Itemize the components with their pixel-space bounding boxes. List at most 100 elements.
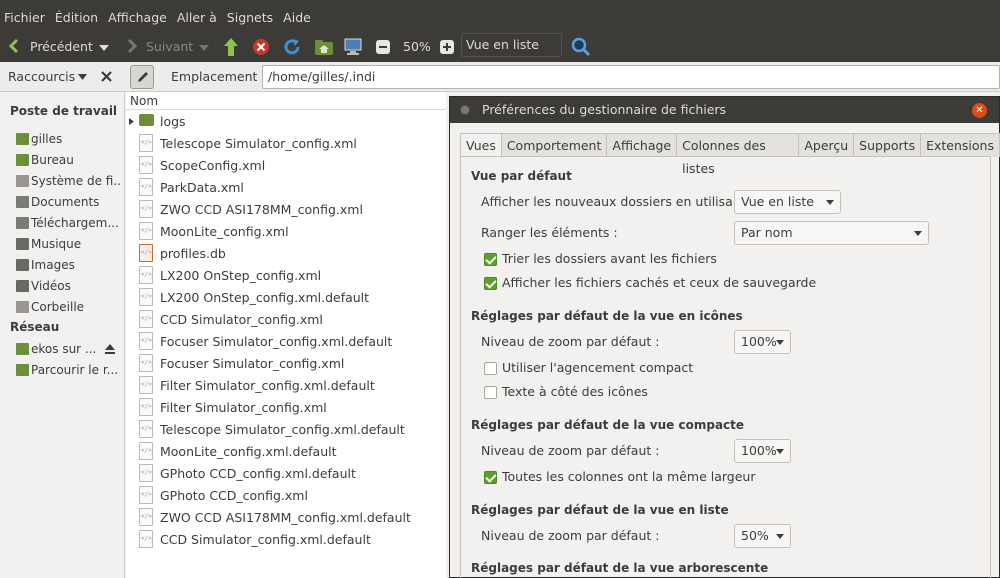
menu-go[interactable]: Aller à bbox=[177, 10, 217, 25]
home-folder-icon[interactable] bbox=[315, 39, 333, 55]
sidebar-item-downloads[interactable]: Téléchargem... bbox=[16, 213, 121, 233]
file-name: Telescope Simulator_config.xml.default bbox=[160, 421, 405, 437]
file-icon bbox=[139, 442, 153, 460]
list-item[interactable]: Filter Simulator_config.xml.default bbox=[126, 374, 446, 396]
list-item[interactable]: Focuser Simulator_config.xml.default bbox=[126, 330, 446, 352]
icon-zoom-select[interactable]: 100% bbox=[734, 330, 791, 354]
list-item[interactable]: ZWO CCD ASI178MM_config.xml bbox=[126, 198, 446, 220]
list-item[interactable]: LX200 OnStep_config.xml.default bbox=[126, 286, 446, 308]
tab-display[interactable]: Affichage bbox=[606, 133, 678, 157]
close-icon[interactable] bbox=[101, 71, 112, 82]
list-item[interactable]: CCD Simulator_config.xml.default bbox=[126, 528, 446, 550]
same-width-checkbox[interactable] bbox=[484, 471, 497, 484]
file-icon bbox=[139, 464, 153, 482]
preferences-dialog: Préférences du gestionnaire de fichiers … bbox=[449, 96, 1000, 578]
sort-label: Ranger les éléments : bbox=[481, 225, 618, 240]
sidebar-item-network-share[interactable]: ekos sur ... bbox=[16, 339, 96, 359]
tab-views[interactable]: Vues bbox=[460, 133, 502, 158]
list-item[interactable]: Telescope Simulator_config.xml.default bbox=[126, 418, 446, 440]
list-item[interactable]: Telescope Simulator_config.xml bbox=[126, 132, 446, 154]
compact-zoom-label: Niveau de zoom par défaut : bbox=[481, 443, 660, 458]
list-zoom-select[interactable]: 50% bbox=[734, 524, 791, 548]
file-name: Focuser Simulator_config.xml bbox=[160, 355, 345, 371]
list-item[interactable]: CCD Simulator_config.xml bbox=[126, 308, 446, 330]
show-hidden-checkbox[interactable] bbox=[484, 277, 497, 290]
list-item[interactable]: GPhoto CCD_config.xml bbox=[126, 484, 446, 506]
zoom-in-icon[interactable] bbox=[440, 40, 454, 54]
forward-button[interactable]: Suivant bbox=[126, 38, 193, 54]
dialog-title: Préférences du gestionnaire de fichiers bbox=[450, 97, 999, 123]
list-item[interactable]: ZWO CCD ASI178MM_config.xml.default bbox=[126, 506, 446, 528]
compact-layout-checkbox[interactable] bbox=[484, 362, 497, 375]
default-view-value: Vue en liste bbox=[741, 194, 814, 209]
back-button[interactable]: Précédent bbox=[8, 38, 93, 54]
list-item[interactable]: ScopeConfig.xml bbox=[126, 154, 446, 176]
sidebar-item-gilles[interactable]: gilles bbox=[16, 129, 121, 149]
reload-icon[interactable] bbox=[283, 38, 301, 56]
menu-bookmarks[interactable]: Signets bbox=[227, 10, 273, 25]
search-icon[interactable] bbox=[571, 37, 591, 57]
sidebar-item-label: ekos sur ... bbox=[31, 342, 96, 356]
up-arrow-icon[interactable] bbox=[223, 37, 239, 57]
column-header-name[interactable]: Nom bbox=[126, 92, 446, 110]
list-item[interactable]: Filter Simulator_config.xml bbox=[126, 396, 446, 418]
sidebar-heading-network: Réseau bbox=[10, 320, 60, 334]
list-item[interactable]: ParkData.xml bbox=[126, 176, 446, 198]
folders-first-checkbox[interactable] bbox=[484, 253, 497, 266]
default-view-select[interactable]: Vue en liste bbox=[734, 190, 841, 214]
views-panel: Vue par défaut Afficher les nouveaux dos… bbox=[460, 156, 991, 578]
location-input[interactable]: /home/gilles/.indi bbox=[262, 65, 1000, 89]
computer-icon[interactable] bbox=[344, 38, 362, 56]
sidebar-item-filesystem[interactable]: Système de fi... bbox=[16, 171, 121, 191]
section-compact-view: Réglages par défaut de la vue compacte bbox=[471, 418, 745, 432]
tab-list-columns[interactable]: Colonnes des listes bbox=[676, 133, 800, 176]
sidebar-heading-computer: Poste de travail bbox=[10, 104, 118, 118]
view-mode-select[interactable]: Vue en liste bbox=[461, 33, 562, 57]
compact-zoom-select[interactable]: 100% bbox=[734, 439, 791, 463]
tab-behavior[interactable]: Comportement bbox=[500, 133, 608, 157]
shortcuts-dropdown-icon[interactable] bbox=[78, 74, 87, 80]
list-item[interactable]: MoonLite_config.xml bbox=[126, 220, 446, 242]
expander-icon[interactable] bbox=[129, 118, 134, 125]
shortcuts-label[interactable]: Raccourcis bbox=[8, 69, 75, 84]
dialog-close-button[interactable]: ✕ bbox=[972, 103, 987, 118]
menu-view[interactable]: Affichage bbox=[108, 10, 167, 25]
list-item-folder[interactable]: logs bbox=[126, 110, 446, 132]
text-beside-icons-checkbox[interactable] bbox=[484, 386, 497, 399]
sidebar-item-browse-network[interactable]: Parcourir le r... bbox=[16, 360, 121, 380]
window-menu-icon[interactable] bbox=[460, 105, 470, 115]
menu-help[interactable]: Aide bbox=[283, 10, 311, 25]
sidebar-item-documents[interactable]: Documents bbox=[16, 192, 121, 212]
stop-icon[interactable] bbox=[252, 38, 270, 56]
list-item[interactable]: LX200 OnStep_config.xml bbox=[126, 264, 446, 286]
sidebar-item-images[interactable]: Images bbox=[16, 255, 121, 275]
list-item[interactable]: GPhoto CCD_config.xml.default bbox=[126, 462, 446, 484]
section-default-view: Vue par défaut bbox=[471, 169, 572, 183]
tab-media[interactable]: Supports bbox=[853, 133, 922, 157]
icon-zoom-value: 100% bbox=[741, 334, 777, 349]
sidebar-item-videos[interactable]: Vidéos bbox=[16, 276, 121, 296]
edit-location-toggle[interactable] bbox=[130, 65, 154, 89]
menu-edit[interactable]: Édition bbox=[55, 10, 98, 25]
back-dropdown-icon[interactable] bbox=[99, 45, 109, 51]
eject-icon[interactable] bbox=[104, 343, 116, 355]
menu-file[interactable]: Fichier bbox=[4, 10, 45, 25]
sidebar-item-desktop[interactable]: Bureau bbox=[16, 150, 121, 170]
list-item[interactable]: Focuser Simulator_config.xml bbox=[126, 352, 446, 374]
file-name: ParkData.xml bbox=[160, 179, 244, 195]
sort-select[interactable]: Par nom bbox=[734, 221, 929, 245]
list-item[interactable]: profiles.db bbox=[126, 242, 446, 264]
zoom-out-icon[interactable] bbox=[376, 40, 390, 54]
sidebar-item-label: Corbeille bbox=[31, 300, 85, 314]
file-icon bbox=[139, 266, 153, 284]
sidebar-item-trash[interactable]: Corbeille bbox=[16, 297, 121, 317]
list-item[interactable]: MoonLite_config.xml.default bbox=[126, 440, 446, 462]
chevron-down-icon bbox=[826, 200, 834, 205]
sidebar-item-music[interactable]: Musique bbox=[16, 234, 121, 254]
location-label: Emplacement : bbox=[171, 69, 266, 84]
forward-dropdown-icon[interactable] bbox=[199, 45, 209, 51]
tab-extensions[interactable]: Extensions bbox=[920, 133, 1000, 157]
trash-icon bbox=[16, 301, 29, 313]
desktop-icon bbox=[16, 154, 29, 166]
tab-preview[interactable]: Aperçu bbox=[798, 133, 855, 157]
